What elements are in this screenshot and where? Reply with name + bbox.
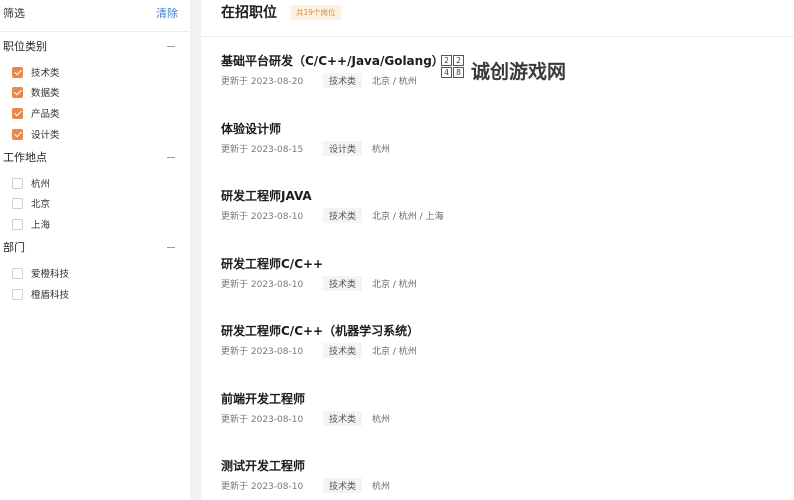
filter-option[interactable]: 北京 [12,196,50,210]
checkbox[interactable] [12,197,23,209]
checkbox[interactable] [12,267,23,279]
checkbox[interactable] [12,86,23,98]
checkbox[interactable] [12,177,23,189]
collapse-icon[interactable] [167,246,175,248]
checkbox[interactable] [12,107,23,119]
job-updated-date: 更新于 2023-08-10 [221,211,304,222]
job-meta: 更新于 2023-08-10 技术类 北京 / 杭州 [221,275,781,291]
job-title[interactable]: 研发工程师JAVA [221,188,781,204]
group-header-location[interactable]: 工作地点 [3,149,175,165]
job-updated-date: 更新于 2023-08-20 [221,76,304,87]
job-title[interactable]: 前端开发工程师 [221,391,781,407]
job-category-tag: 技术类 [323,410,363,426]
job-updated-date: 更新于 2023-08-10 [221,481,304,492]
job-item[interactable]: 测试开发工程师 更新于 2023-08-10 技术类 杭州 [221,458,781,498]
job-category-tag: 设计类 [323,140,363,156]
job-updated-date: 更新于 2023-08-10 [221,414,304,425]
group-title: 部门 [3,241,25,254]
job-item[interactable]: 前端开发工程师 更新于 2023-08-10 技术类 杭州 [221,391,781,431]
job-title[interactable]: 研发工程师C/C++（机器学习系统） [221,323,781,339]
filter-option[interactable]: 技术类 [12,65,60,79]
filter-option[interactable]: 产品类 [12,106,60,120]
filter-option[interactable]: 上海 [12,217,50,231]
job-title[interactable]: 体验设计师 [221,121,781,137]
filter-option[interactable]: 数据类 [12,85,60,99]
group-title: 工作地点 [3,151,47,164]
job-updated-date: 更新于 2023-08-10 [221,346,304,357]
job-title[interactable]: 研发工程师C/C++ [221,256,781,272]
job-category-tag: 技术类 [323,72,363,88]
filter-option[interactable]: 设计类 [12,127,60,141]
job-category-tag: 技术类 [323,342,363,358]
job-meta: 更新于 2023-08-10 技术类 杭州 [221,410,781,426]
filter-option-label: 北京 [31,199,51,210]
job-updated-date: 更新于 2023-08-10 [221,279,304,290]
watermark-logo-digit: 8 [453,67,464,78]
watermark-logo-icon: 2 2 4 8 [441,55,465,85]
main-divider [201,36,794,37]
job-location: 杭州 [372,481,391,492]
filter-header: 筛选 清除 [3,3,178,23]
clear-filters-button[interactable]: 清除 [156,5,178,21]
checkbox[interactable] [12,66,23,78]
filter-option-label: 设计类 [31,130,60,141]
checkbox[interactable] [12,128,23,140]
job-category-tag: 技术类 [323,477,363,493]
filter-title: 筛选 [3,7,25,20]
filter-option-label: 产品类 [31,109,60,120]
watermark-logo-digit: 4 [441,67,452,78]
watermark: 2 2 4 8 诚创游戏网 [441,55,566,85]
job-item[interactable]: 研发工程师JAVA 更新于 2023-08-10 技术类 北京 / 杭州 / 上… [221,188,781,228]
checkbox[interactable] [12,288,23,300]
job-updated-date: 更新于 2023-08-15 [221,144,304,155]
job-meta: 更新于 2023-08-10 技术类 北京 / 杭州 [221,342,781,358]
filter-option-label: 数据类 [31,88,60,99]
job-title[interactable]: 测试开发工程师 [221,458,781,474]
filter-sidebar: 筛选 清除 职位类别 技术类 数据类 产品类 设计类 工作地点 杭州 北京 上海 [0,0,190,500]
job-item[interactable]: 研发工程师C/C++（机器学习系统） 更新于 2023-08-10 技术类 北京… [221,323,781,363]
filter-option-label: 橙盾科技 [31,290,70,301]
job-location: 北京 / 杭州 / 上海 [372,211,444,222]
column-divider [190,0,201,500]
filter-option-label: 上海 [31,220,51,231]
job-meta: 更新于 2023-08-10 技术类 北京 / 杭州 / 上海 [221,207,781,223]
job-item[interactable]: 体验设计师 更新于 2023-08-15 设计类 杭州 [221,121,781,161]
group-header-category[interactable]: 职位类别 [3,38,175,54]
job-item[interactable]: 研发工程师C/C++ 更新于 2023-08-10 技术类 北京 / 杭州 [221,256,781,296]
collapse-icon[interactable] [167,156,175,158]
job-location: 北京 / 杭州 [372,346,417,357]
job-category-tag: 技术类 [323,207,363,223]
job-meta: 更新于 2023-08-15 设计类 杭州 [221,140,781,156]
checkbox[interactable] [12,218,23,230]
job-meta: 更新于 2023-08-10 技术类 杭州 [221,477,781,493]
main-header: 在招职位 共19个岗位 [221,2,341,22]
filter-option-label: 技术类 [31,68,60,79]
watermark-logo-digit: 2 [453,55,464,66]
watermark-logo-digit: 2 [441,55,452,66]
filter-option[interactable]: 橙盾科技 [12,287,69,301]
job-location: 北京 / 杭州 [372,76,417,87]
job-count-badge: 共19个岗位 [291,4,341,20]
sidebar-divider [0,31,190,32]
job-category-tag: 技术类 [323,275,363,291]
job-location: 杭州 [372,414,391,425]
collapse-icon[interactable] [167,45,175,47]
filter-option[interactable]: 爱橙科技 [12,266,69,280]
job-location: 北京 / 杭州 [372,279,417,290]
job-location: 杭州 [372,144,391,155]
filter-option-label: 爱橙科技 [31,269,70,280]
page-title: 在招职位 [221,5,277,21]
filter-option-label: 杭州 [31,179,51,190]
group-header-department[interactable]: 部门 [3,239,175,255]
group-title: 职位类别 [3,40,47,53]
watermark-text: 诚创游戏网 [471,60,567,83]
filter-option[interactable]: 杭州 [12,176,50,190]
